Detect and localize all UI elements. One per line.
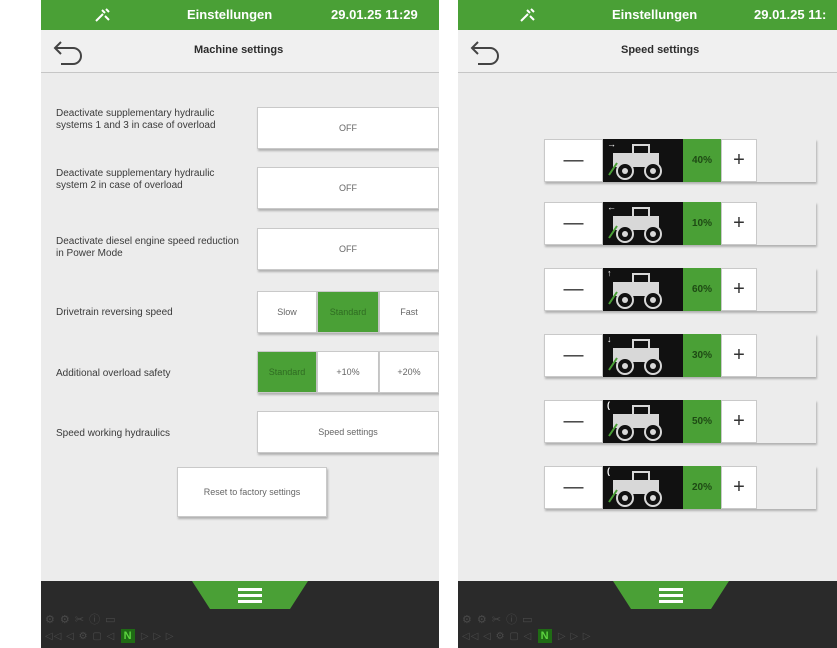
speed-row-boom-lower: — ↓ 30% + [544, 334, 816, 377]
machine-settings-list: Deactivate supplementary hydraulic syste… [41, 73, 439, 581]
machine-status-icons: ⚙ ⚙ ✂ ⓘ ▭ [45, 614, 117, 626]
direction-arrow-icon: → [607, 139, 616, 149]
speed-row-telescope-extend: — → 40% + [544, 139, 816, 182]
reversing-slow-option[interactable]: Slow [257, 291, 317, 333]
speed-row-boom-raise: — ↑ 60% + [544, 268, 816, 311]
status-title: Einstellungen [187, 7, 273, 22]
direction-arrow-icon: ↑ [607, 268, 612, 278]
status-clock: 29.01.25 11:29 [331, 7, 418, 22]
telehandler-icon: ( [603, 400, 683, 443]
speed-row-tilt-out: — (20% + [544, 466, 816, 509]
hydraulic-2-label: Deactivate supplementary hydraulic syste… [56, 168, 215, 191]
diesel-reduction-label: Deactivate diesel engine speed reduction… [56, 236, 239, 259]
diesel-reduction-toggle[interactable]: OFF [257, 228, 439, 270]
speed-value: 50% [683, 400, 721, 443]
bottom-bar: ⚙ ⚙ ✂ ⓘ ▭ ◁◁ ◁ ⚙ ▢ ◁ N ▷ ▷ ▷ [41, 581, 439, 648]
hydraulic-1-3-toggle[interactable]: OFF [257, 107, 439, 149]
speed-hydraulics-label: Speed working hydraulics [56, 428, 170, 439]
overload-standard-option[interactable]: Standard [257, 351, 317, 393]
status-title: Einstellungen [612, 7, 698, 22]
overload-plus10-option[interactable]: +10% [317, 351, 379, 393]
speed-value: 40% [683, 139, 721, 182]
telehandler-icon: ( [603, 466, 683, 509]
subheader: Speed settings [458, 30, 837, 73]
reversing-speed-label: Drivetrain reversing speed [56, 307, 173, 318]
reversing-standard-option[interactable]: Standard [317, 291, 379, 333]
speed-row-telescope-retract: — ← 10% + [544, 202, 816, 245]
machine-settings-screen: Einstellungen 29.01.25 11:29 Machine set… [41, 0, 439, 648]
decrease-speed-button[interactable]: — [544, 334, 603, 377]
direction-arrow-icon: ( [607, 466, 610, 476]
hydraulic-2-toggle[interactable]: OFF [257, 167, 439, 209]
subheader: Machine settings [41, 30, 439, 73]
direction-arrow-icon: ↓ [607, 334, 612, 344]
neutral-gear-indicator: N [538, 629, 553, 643]
back-arrow-icon[interactable] [51, 38, 85, 66]
speed-settings-screen: Einstellungen 29.01.25 11: Speed setting… [458, 0, 837, 648]
increase-speed-button[interactable]: + [721, 400, 757, 443]
machine-status-icons: ⚙ ⚙ ✂ ⓘ ▭ [462, 614, 534, 626]
page-title: Machine settings [194, 44, 284, 56]
menu-icon[interactable] [192, 581, 308, 609]
speed-settings-button[interactable]: Speed settings [257, 411, 439, 453]
increase-speed-button[interactable]: + [721, 268, 757, 311]
status-bar: Einstellungen 29.01.25 11:29 [41, 0, 439, 30]
drive-status-icons: ◁◁ ◁ ⚙ ▢ ◁ N ▷ ▷ ▷ [462, 629, 592, 643]
reversing-speed-selector: Slow Standard Fast [257, 291, 439, 333]
overload-safety-label: Additional overload safety [56, 368, 171, 379]
overload-plus20-option[interactable]: +20% [379, 351, 439, 393]
status-bar: Einstellungen 29.01.25 11: [458, 0, 837, 30]
status-clock: 29.01.25 11: [754, 7, 827, 22]
telehandler-icon: ← [603, 202, 683, 245]
back-arrow-icon[interactable] [468, 38, 502, 66]
direction-arrow-icon: ( [607, 400, 610, 410]
increase-speed-button[interactable]: + [721, 202, 757, 245]
overload-safety-selector: Standard +10% +20% [257, 351, 439, 393]
increase-speed-button[interactable]: + [721, 334, 757, 377]
direction-arrow-icon: ← [607, 202, 616, 212]
menu-icon[interactable] [613, 581, 729, 609]
hydraulic-1-3-label: Deactivate supplementary hydraulic syste… [56, 108, 216, 131]
increase-speed-button[interactable]: + [721, 466, 757, 509]
decrease-speed-button[interactable]: — [544, 466, 603, 509]
speed-settings-list: — → 40% + — ← 10% + — ↑ 60% + — ↓ 30% + —(50% + —(20% + [458, 73, 837, 581]
reset-factory-button[interactable]: Reset to factory settings [177, 467, 327, 517]
wrench-icon [520, 8, 535, 22]
increase-speed-button[interactable]: + [721, 139, 757, 182]
speed-row-tilt-in: — (50% + [544, 400, 816, 443]
decrease-speed-button[interactable]: — [544, 202, 603, 245]
wrench-icon [95, 8, 110, 22]
telehandler-icon: → [603, 139, 683, 182]
telehandler-icon: ↓ [603, 334, 683, 377]
speed-value: 60% [683, 268, 721, 311]
speed-value: 10% [683, 202, 721, 245]
decrease-speed-button[interactable]: — [544, 139, 603, 182]
decrease-speed-button[interactable]: — [544, 268, 603, 311]
decrease-speed-button[interactable]: — [544, 400, 603, 443]
page-title: Speed settings [621, 44, 700, 56]
reversing-fast-option[interactable]: Fast [379, 291, 439, 333]
speed-value: 20% [683, 466, 721, 509]
bottom-bar: ⚙ ⚙ ✂ ⓘ ▭ ◁◁ ◁ ⚙ ▢ ◁ N ▷ ▷ ▷ [458, 581, 837, 648]
neutral-gear-indicator: N [121, 629, 136, 643]
speed-value: 30% [683, 334, 721, 377]
telehandler-icon: ↑ [603, 268, 683, 311]
drive-status-icons: ◁◁ ◁ ⚙ ▢ ◁ N ▷ ▷ ▷ [45, 629, 175, 643]
